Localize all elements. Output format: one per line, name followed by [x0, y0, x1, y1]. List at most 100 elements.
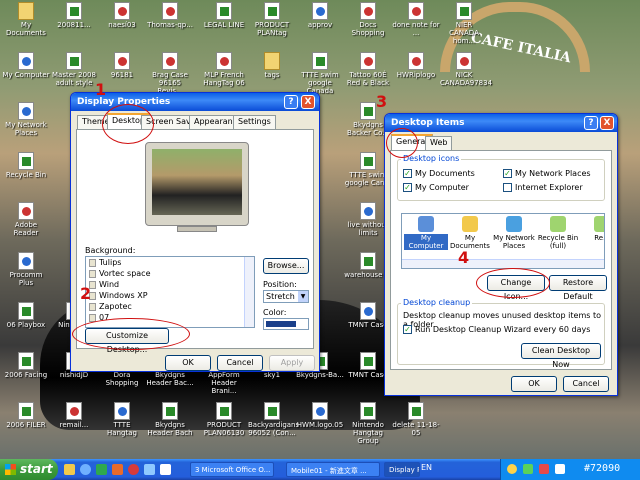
- monitor-stand: [177, 226, 217, 232]
- clean-desktop-now-button[interactable]: Clean Desktop Now: [521, 343, 601, 369]
- file-icon: [114, 402, 130, 420]
- ok-button[interactable]: OK: [511, 376, 557, 392]
- tab-settings[interactable]: Settings: [233, 115, 276, 129]
- desktop-icon[interactable]: Thomas-qp...: [146, 2, 194, 29]
- desktop-icon[interactable]: done note for ...: [392, 2, 440, 37]
- desktop-icon[interactable]: My Computer: [2, 52, 50, 79]
- quicklaunch-icon[interactable]: [160, 464, 171, 475]
- desktop-items-titlebar[interactable]: Desktop Items ? X: [385, 114, 617, 132]
- help-button[interactable]: ?: [584, 116, 598, 130]
- desktop-icon-option[interactable]: My Documents: [448, 216, 492, 250]
- my-network-places-checkbox[interactable]: ✓ My Network Places: [503, 169, 591, 178]
- cancel-button[interactable]: Cancel: [217, 355, 263, 371]
- desktop-icon[interactable]: Recycle Bin: [2, 152, 50, 179]
- quicklaunch-icon[interactable]: [64, 464, 75, 475]
- file-icon: [456, 52, 472, 70]
- desktop-icon-label: approv: [307, 21, 333, 29]
- desktop-icon-label: delete 11-18-05: [392, 421, 440, 437]
- desktop-icon[interactable]: 96181: [98, 52, 146, 79]
- cancel-button[interactable]: Cancel: [563, 376, 609, 392]
- desktop-icon-option[interactable]: My Computer: [404, 216, 448, 250]
- desktop-icon[interactable]: HWRiplogo: [392, 52, 440, 79]
- quicklaunch-icon[interactable]: [80, 464, 91, 475]
- quicklaunch-icon[interactable]: [112, 464, 123, 475]
- desktop-icon[interactable]: MLP French HangTag 06: [200, 52, 248, 87]
- ok-button[interactable]: OK: [165, 355, 211, 371]
- background-list-item[interactable]: Zapotec: [86, 301, 254, 312]
- desktop-icon[interactable]: Adobe Reader: [2, 202, 50, 237]
- desktop-icon[interactable]: remail...: [50, 402, 98, 429]
- background-list-item[interactable]: Windows XP: [86, 290, 254, 301]
- desktop-icon[interactable]: 06 Playbox: [2, 302, 50, 329]
- background-list-item[interactable]: Wind: [86, 279, 254, 290]
- close-button[interactable]: X: [301, 95, 315, 109]
- desktop-icon[interactable]: naesí03: [98, 2, 146, 29]
- taskbar-item-office[interactable]: 3 Microsoft Office O...: [190, 462, 274, 477]
- cleanup-wizard-checkbox[interactable]: ✓ Run Desktop Cleanup Wizard every 60 da…: [403, 325, 590, 334]
- display-properties-titlebar[interactable]: Display Properties ? X: [71, 93, 319, 111]
- desktop-icon[interactable]: TTTE Hangtag: [98, 402, 146, 437]
- desktop-icon[interactable]: My Documents: [2, 2, 50, 37]
- browse-button[interactable]: Browse...: [263, 258, 309, 274]
- position-select[interactable]: Stretch ▼: [263, 290, 309, 303]
- desktop-icon[interactable]: My Network Places: [2, 102, 50, 137]
- background-list-item[interactable]: Vortec space: [86, 268, 254, 279]
- background-list-scrollbar[interactable]: [244, 257, 254, 327]
- start-button[interactable]: start: [0, 459, 58, 480]
- desktop-icon[interactable]: TTTE swim google Canada: [296, 52, 344, 95]
- language-indicator[interactable]: EN: [421, 463, 432, 472]
- my-computer-checkbox[interactable]: ✓ My Computer: [403, 183, 469, 192]
- background-list-item[interactable]: Tulips: [86, 257, 254, 268]
- taskbar-item-mobile01[interactable]: Mobile01 - 新進文章 ...: [286, 462, 380, 477]
- tab-web[interactable]: Web: [425, 136, 453, 150]
- restore-default-button[interactable]: Restore Default: [549, 275, 607, 301]
- desktop-icon[interactable]: 200811...: [50, 2, 98, 29]
- desktop-icon[interactable]: LEGAL LINE: [200, 2, 248, 29]
- file-icon: [312, 52, 328, 70]
- desktop-icon[interactable]: Backyardigans 96052 (Con...: [248, 402, 299, 437]
- desktop-icon-label: Bkydgns Header Bach: [147, 421, 193, 437]
- desktop-icon[interactable]: Procomm Plus: [2, 252, 50, 287]
- desktop-icon[interactable]: tags: [248, 52, 296, 79]
- desktop-icon-label: AppForm Header Brani...: [208, 371, 240, 395]
- desktop-icon[interactable]: 2006 FILER: [2, 402, 50, 429]
- desktop-icon[interactable]: NICK CANADA97834: [440, 52, 492, 87]
- tray-icon[interactable]: [539, 464, 549, 474]
- quicklaunch-icon[interactable]: [96, 464, 107, 475]
- background-list[interactable]: Tulips Vortec space Wind Windows XP Zapotec 0…: [85, 256, 255, 328]
- help-button[interactable]: ?: [284, 95, 298, 109]
- annotation-circle-customize: [72, 318, 190, 350]
- desktop-icon-option[interactable]: My Network Places: [492, 216, 536, 250]
- internet-explorer-checkbox[interactable]: Internet Explorer: [503, 183, 583, 192]
- desktop-icon[interactable]: approv: [296, 2, 344, 29]
- desktop-icon-option-label: Re...: [594, 234, 604, 242]
- desktop-icon[interactable]: Nintendo Hangtag Group: [344, 402, 392, 445]
- tray-icon[interactable]: [555, 464, 565, 474]
- close-button[interactable]: X: [600, 116, 614, 130]
- desktop-icon[interactable]: 2006 Facing: [2, 352, 50, 379]
- desktop-icon[interactable]: Docs Shopping: [344, 2, 392, 37]
- taskbar-item-display-properties[interactable]: Display Properties: [384, 462, 420, 477]
- color-picker[interactable]: [263, 318, 309, 330]
- desktop-icon[interactable]: PRODUCT PLANtag: [248, 2, 296, 37]
- quicklaunch-icon[interactable]: [144, 464, 155, 475]
- desktop-icon-list[interactable]: My Computer My Documents My Network Places…: [401, 213, 605, 269]
- desktop-icon[interactable]: delete 11-18-05: [392, 402, 440, 437]
- image-file-icon: [89, 302, 96, 311]
- desktop-icon[interactable]: Tattoo 60É Red & Black: [344, 52, 392, 87]
- desktop-icon[interactable]: NIER CANADA hom...: [440, 2, 488, 45]
- tray-icon[interactable]: [523, 464, 533, 474]
- desktop-icon[interactable]: Bkydgns Header Bach: [146, 402, 194, 437]
- apply-button[interactable]: Apply: [269, 355, 315, 371]
- desktop-icon-option[interactable]: Re...: [580, 216, 604, 242]
- checkbox-label: Internet Explorer: [515, 183, 583, 192]
- icon-list-scrollbar[interactable]: [402, 259, 604, 268]
- desktop-icon[interactable]: HWM.logo.05: [296, 402, 344, 429]
- desktop-icon[interactable]: PRODUCT PLAN06130: [200, 402, 248, 437]
- tray-icon[interactable]: [507, 464, 517, 474]
- desktop-icon[interactable]: Brag Case 96165 Revis...: [146, 52, 194, 95]
- quicklaunch-icon[interactable]: [128, 464, 139, 475]
- my-documents-checkbox[interactable]: ✓ My Documents: [403, 169, 475, 178]
- desktop-icon-option[interactable]: Recycle Bin (full): [536, 216, 580, 250]
- desktop-icon[interactable]: Master 2008 adult style: [50, 52, 98, 87]
